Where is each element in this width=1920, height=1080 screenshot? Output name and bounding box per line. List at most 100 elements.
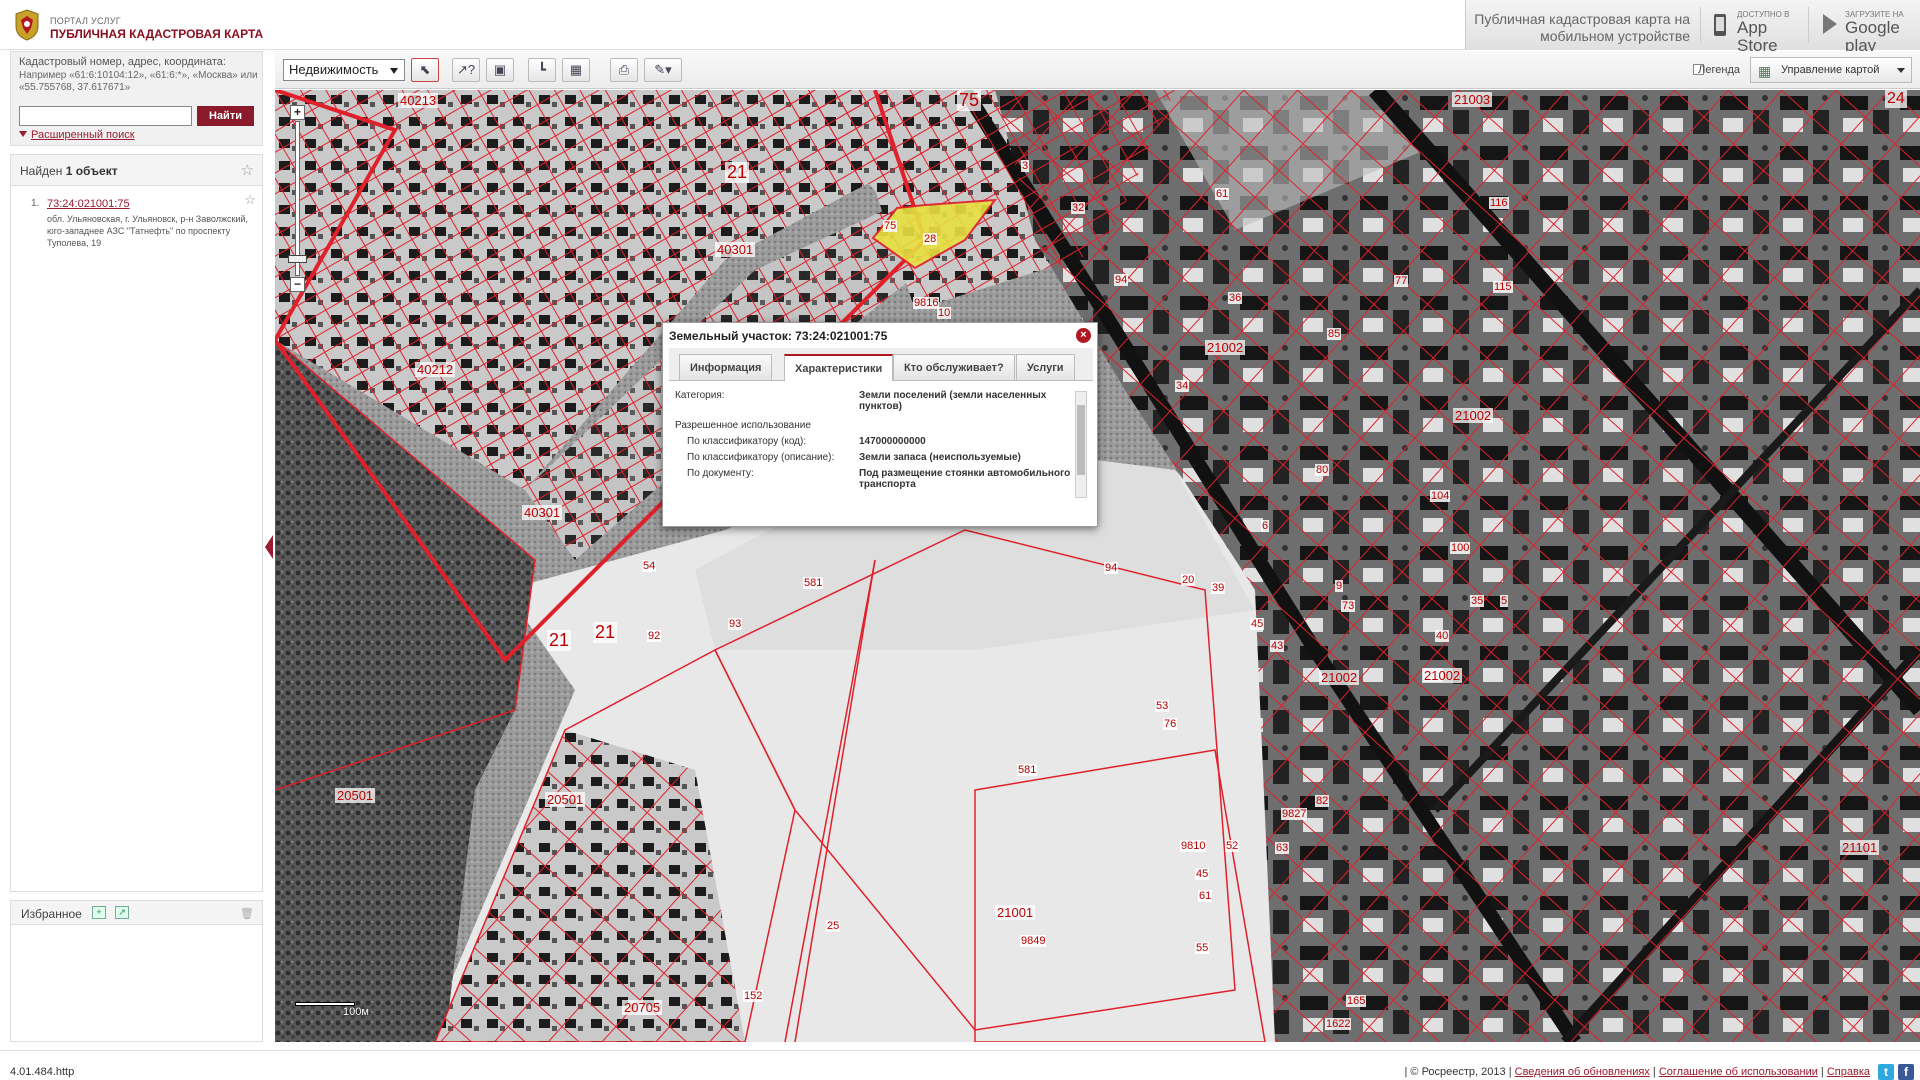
parcel-label: 82: [1315, 795, 1330, 807]
zoom-slider[interactable]: [295, 121, 300, 276]
results-found-count: 1 объект: [65, 164, 118, 178]
select-tool-button[interactable]: ⬉: [411, 58, 439, 82]
identify-tool-button[interactable]: ↗?: [452, 58, 480, 82]
parcel-label: 94: [1114, 274, 1129, 286]
chevron-down-icon: [390, 68, 398, 74]
search-hint-title: Кадастровый номер, адрес, координата:: [19, 56, 226, 68]
search-hint-example: Например «61:6:10104:12», «61:6:*», «Мос…: [19, 70, 258, 93]
advanced-search-link[interactable]: Расширенный поиск: [19, 129, 135, 141]
zoom-in-button[interactable]: +: [290, 105, 305, 120]
scale-bar: 100м: [295, 998, 395, 1018]
tab-services[interactable]: Услуги: [1016, 354, 1075, 380]
appstore-label: App Store: [1737, 18, 1778, 55]
popup-tabs: Информация Характеристики Кто обслуживае…: [669, 348, 1093, 381]
object-type-select[interactable]: Недвижимость: [283, 59, 405, 81]
legend-label[interactable]: Легенда: [1698, 64, 1740, 76]
favorites-import-icon[interactable]: +: [92, 906, 106, 919]
mobile-promo-text: Публичная кадастровая карта на мобильном…: [1474, 11, 1690, 44]
quarter-label: 21003: [1452, 92, 1493, 107]
google-play-label: Google play: [1845, 18, 1900, 55]
quarter-label: 40213: [398, 93, 439, 108]
parcel-label: 34: [1175, 380, 1190, 392]
advanced-search-label: Расширенный поиск: [31, 129, 135, 141]
result-item[interactable]: 1. 73:24:021001:75 обл. Ульяновская, г. …: [11, 186, 262, 249]
classifier-code-value: 147000000000: [859, 436, 926, 447]
appstore-button[interactable]: Доступно в App Store: [1700, 7, 1808, 55]
zoom-slider-thumb[interactable]: [288, 255, 307, 263]
search-box: Кадастровый номер, адрес, координата: На…: [10, 51, 263, 146]
quarter-label: 21101: [1840, 840, 1880, 855]
parcel-label: 3: [1021, 160, 1030, 172]
parcel-label: 165: [1346, 995, 1367, 1007]
parcel-label: 152: [743, 990, 764, 1002]
parcel-label: 93: [728, 618, 743, 630]
building-tool-button[interactable]: ▦: [562, 58, 590, 82]
add-favorite-star-icon[interactable]: ☆: [244, 193, 256, 206]
search-input[interactable]: [19, 106, 192, 126]
close-icon[interactable]: ×: [1076, 328, 1091, 343]
quarter-label: 21001: [995, 905, 1036, 920]
quarter-label: 21: [547, 630, 572, 651]
parcel-label: 10: [937, 307, 952, 319]
help-link[interactable]: Справка: [1827, 1066, 1870, 1078]
facebook-icon[interactable]: f: [1898, 1064, 1914, 1080]
parcel-label: 115: [1493, 281, 1513, 293]
parcel-label: 43: [1270, 640, 1285, 652]
updates-link[interactable]: Сведения об обновлениях: [1515, 1066, 1650, 1078]
map-canvas[interactable]: 40213 40212 40301 40301 21 21 21 20501 2…: [275, 90, 1920, 1042]
quarter-label: 24: [1885, 90, 1907, 108]
coat-of-arms-icon: [15, 9, 39, 41]
footer-links: | © Росреестр, 2013 | Сведения об обновл…: [1404, 1066, 1871, 1078]
results-panel: Найден 1 объект ☆ 1. 73:24:021001:75 обл…: [10, 154, 263, 892]
tab-who-serves[interactable]: Кто обслуживает?: [893, 354, 1015, 380]
popup-body: Категория: Земли поселений (земли населе…: [669, 382, 1093, 497]
collapse-panel-handle[interactable]: [265, 535, 273, 559]
result-cadastral-link[interactable]: 73:24:021001:75: [47, 198, 252, 210]
printer-icon: ⎙: [618, 62, 630, 77]
measure-tool-button[interactable]: ┗: [528, 58, 556, 82]
quarter-label: 20705: [622, 1000, 663, 1015]
quarter-label: 40212: [415, 362, 456, 377]
popup-scrollbar-thumb[interactable]: [1077, 405, 1085, 475]
quarter-label: 21002: [1453, 408, 1494, 423]
star-icon[interactable]: ☆: [241, 161, 254, 179]
document-label: По документу:: [687, 468, 754, 479]
parcel-label: 28: [923, 233, 938, 245]
scale-bar-label: 100м: [343, 1006, 369, 1018]
quarter-label: 21002: [1205, 340, 1246, 355]
object-type-value: Недвижимость: [289, 62, 379, 77]
parcel-label: 116: [1489, 197, 1509, 209]
quarter-label: 75: [957, 90, 982, 111]
zoom-out-button[interactable]: −: [290, 277, 305, 292]
favorites-export-icon[interactable]: ↗: [115, 906, 129, 919]
parcel-label: 581: [1017, 764, 1038, 776]
trash-icon[interactable]: 🗑: [240, 907, 254, 920]
mobile-promo: Публичная кадастровая карта на мобильном…: [1465, 0, 1920, 55]
google-play-button[interactable]: Загрузите на Google play: [1808, 7, 1916, 55]
footer: 4.01.484.http | © Росреестр, 2013 | Свед…: [0, 1050, 1920, 1080]
terms-link[interactable]: Соглашение об использовании: [1659, 1066, 1818, 1078]
tab-characteristics[interactable]: Характеристики: [784, 354, 894, 381]
permitted-use-label: Разрешенное использование: [675, 420, 811, 431]
parcel-label: 32: [1071, 202, 1086, 214]
parcel-label: 61: [1215, 188, 1230, 200]
popup-scrollbar[interactable]: [1075, 391, 1087, 498]
tab-information[interactable]: Информация: [679, 354, 773, 380]
parcel-label: 73: [1341, 600, 1356, 612]
wrench-icon: ✎▾: [654, 62, 672, 77]
print-button[interactable]: ⎙: [610, 58, 638, 82]
results-header: Найден 1 объект ☆: [11, 155, 262, 186]
search-button[interactable]: Найти: [197, 106, 254, 126]
map-control-button[interactable]: ▦ Управление картой: [1750, 57, 1912, 83]
info-tool-button[interactable]: ▣: [486, 58, 514, 82]
tools-menu-button[interactable]: ✎▾: [644, 58, 682, 82]
portal-title[interactable]: ПУБЛИЧНАЯ КАДАСТРОВАЯ КАРТА: [50, 27, 263, 41]
identify-icon: ↗?: [456, 62, 476, 77]
parcel-label: 52: [1225, 840, 1240, 852]
classifier-desc-value: Земли запаса (неиспользуемые): [859, 452, 1021, 463]
parcel-label: 9827: [1281, 808, 1308, 820]
result-number: 1.: [31, 198, 40, 209]
parcel-label: 63: [1275, 842, 1290, 854]
left-panel: Кадастровый номер, адрес, координата: На…: [10, 51, 263, 1042]
twitter-icon[interactable]: t: [1878, 1064, 1894, 1080]
